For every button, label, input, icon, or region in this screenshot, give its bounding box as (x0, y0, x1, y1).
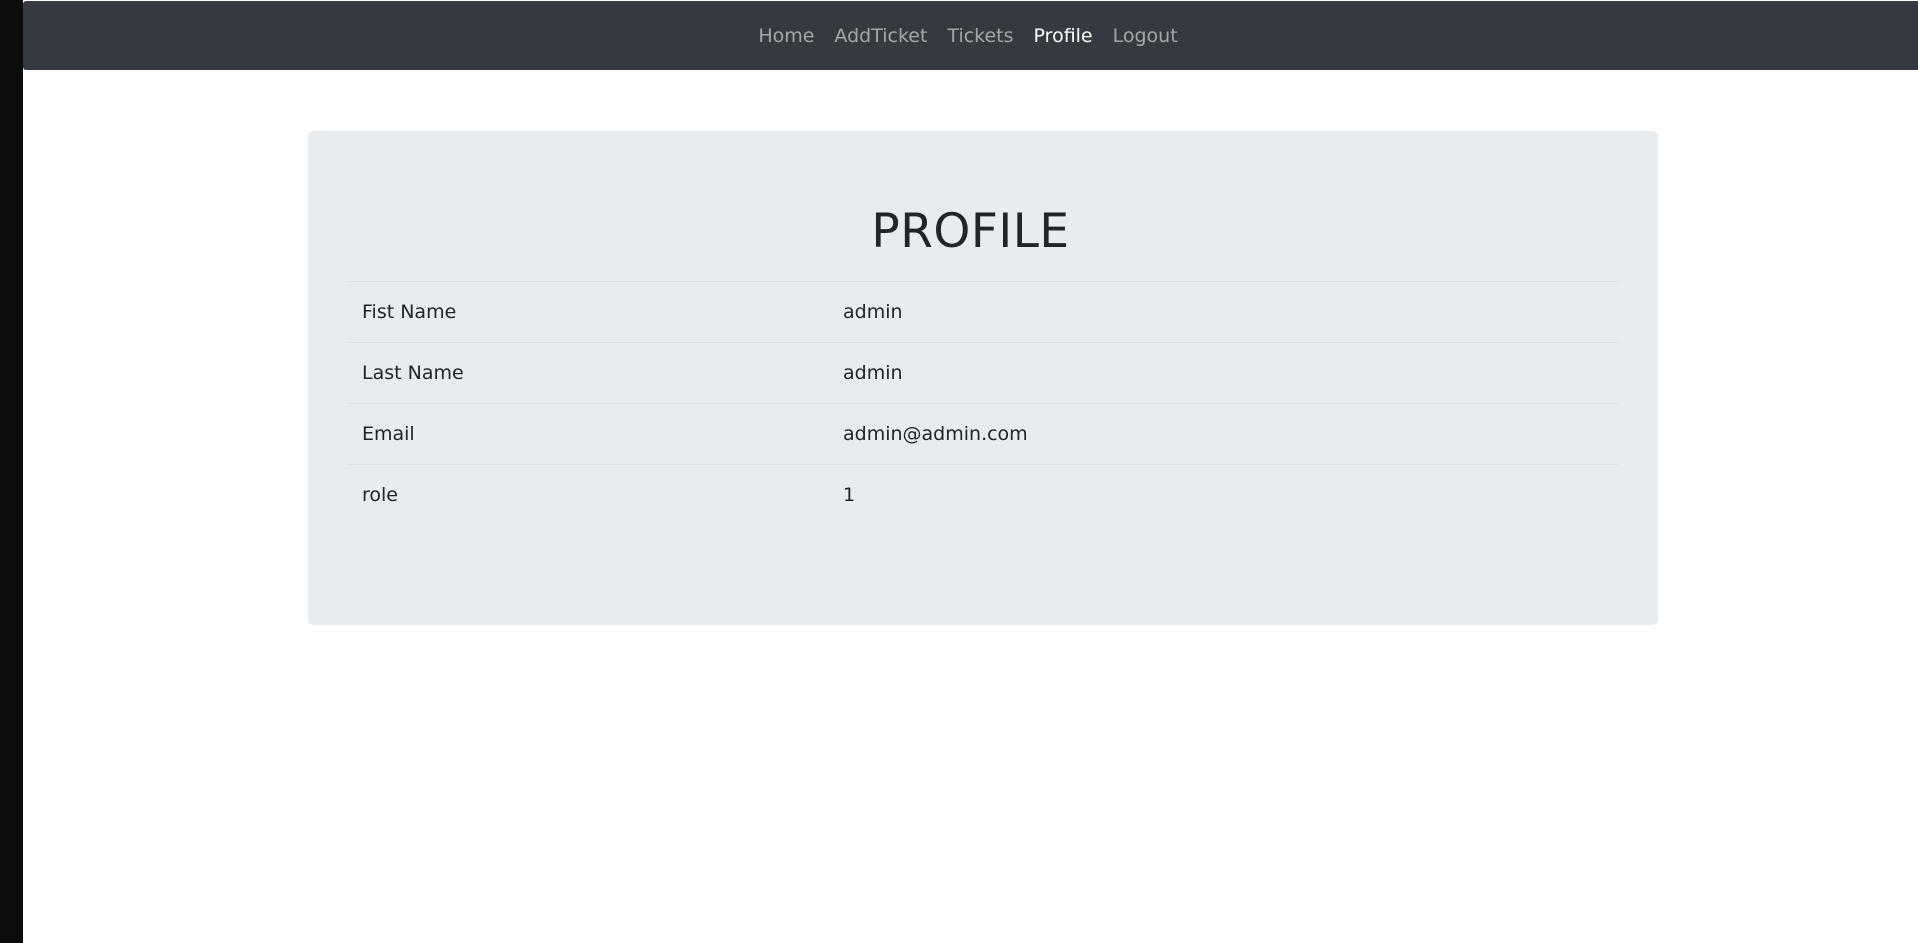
profile-table: Fist Name admin Last Name admin Email ad… (346, 281, 1618, 525)
field-label: Last Name (346, 342, 827, 404)
field-value: admin (827, 342, 1618, 404)
nav-link-logout[interactable]: Logout (1103, 25, 1188, 47)
top-navbar: Home AddTicket Tickets Profile Logout (23, 1, 1918, 70)
field-value: 1 (827, 464, 1618, 525)
table-row: Last Name admin (346, 342, 1618, 404)
nav-list: Home AddTicket Tickets Profile Logout (748, 25, 1187, 47)
page-title: PROFILE (871, 204, 1070, 259)
field-label: role (346, 464, 827, 525)
field-value: admin (827, 281, 1618, 343)
nav-link-tickets[interactable]: Tickets (937, 25, 1023, 47)
table-row: role 1 (346, 464, 1618, 525)
field-label: Email (346, 403, 827, 465)
nav-link-home[interactable]: Home (748, 25, 824, 47)
nav-link-add-ticket[interactable]: AddTicket (824, 25, 937, 47)
field-label: Fist Name (346, 281, 827, 343)
nav-link-profile[interactable]: Profile (1024, 25, 1103, 47)
field-value: admin@admin.com (827, 403, 1618, 465)
page-viewport: Home AddTicket Tickets Profile Logout Fi… (23, 0, 1918, 943)
table-row: Fist Name admin (346, 281, 1618, 343)
window-edge (0, 0, 23, 943)
table-row: Email admin@admin.com (346, 403, 1618, 465)
